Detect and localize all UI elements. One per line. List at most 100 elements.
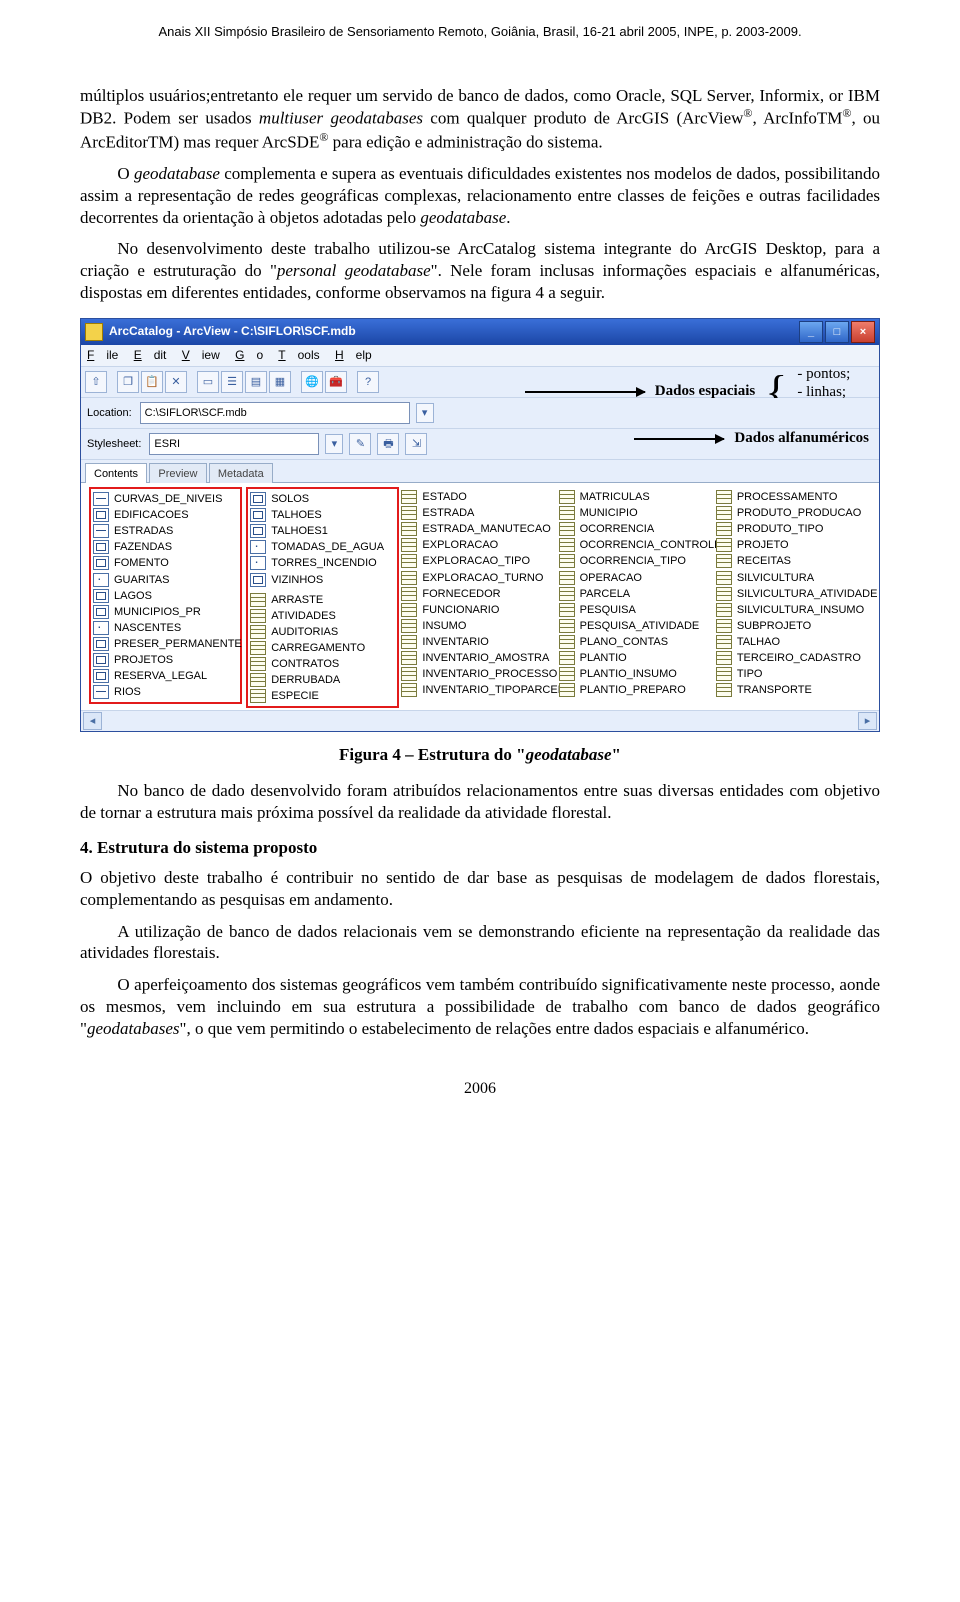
table-item[interactable]: FUNCIONARIO bbox=[401, 602, 558, 618]
feature-class[interactable]: TORRES_INCENDIO bbox=[250, 555, 395, 571]
feature-class[interactable]: SOLOS bbox=[250, 491, 395, 507]
stylesheet-edit-icon[interactable]: ✎ bbox=[349, 433, 371, 455]
launch-arcmap-icon[interactable]: 🌐 bbox=[301, 371, 323, 393]
stylesheet-input[interactable] bbox=[149, 433, 319, 455]
table-item[interactable]: TIPO bbox=[716, 666, 873, 682]
table-item[interactable]: TALHAO bbox=[716, 634, 873, 650]
table-item[interactable]: SILVICULTURA bbox=[716, 570, 873, 586]
table-item[interactable]: PRODUTO_PRODUCAO bbox=[716, 505, 873, 521]
table-item[interactable]: SUBPROJETO bbox=[716, 618, 873, 634]
menu-tools[interactable]: Tools bbox=[278, 348, 319, 362]
feature-class[interactable]: TALHOES bbox=[250, 507, 395, 523]
table-item[interactable]: SILVICULTURA_ATIVIDADE bbox=[716, 586, 873, 602]
table-item[interactable]: PARCELA bbox=[559, 586, 716, 602]
table-item[interactable]: ATIVIDADES bbox=[250, 608, 395, 624]
table-item[interactable]: OCORRENCIA_TIPO bbox=[559, 553, 716, 569]
table-item[interactable]: AUDITORIAS bbox=[250, 624, 395, 640]
stylesheet-dropdown-icon[interactable]: ▾ bbox=[325, 434, 343, 454]
feature-class[interactable]: CURVAS_DE_NIVEIS bbox=[93, 491, 238, 507]
table-item[interactable]: ESTRADA bbox=[401, 505, 558, 521]
maximize-button[interactable]: □ bbox=[825, 321, 849, 343]
table-item[interactable]: OCORRENCIA bbox=[559, 521, 716, 537]
large-icons-icon[interactable]: ▭ bbox=[197, 371, 219, 393]
table-item[interactable]: INVENTARIO_PROCESSO bbox=[401, 666, 558, 682]
close-button[interactable]: × bbox=[851, 321, 875, 343]
table-item[interactable]: PLANO_CONTAS bbox=[559, 634, 716, 650]
table-item[interactable]: CARREGAMENTO bbox=[250, 640, 395, 656]
table-item[interactable]: ARRASTE bbox=[250, 592, 395, 608]
table-item[interactable]: PROCESSAMENTO bbox=[716, 489, 873, 505]
feature-class[interactable]: RESERVA_LEGAL bbox=[93, 668, 238, 684]
table-item[interactable]: INVENTARIO_AMOSTRA bbox=[401, 650, 558, 666]
stylesheet-export-icon[interactable]: ⇲ bbox=[405, 433, 427, 455]
table-item[interactable]: SILVICULTURA_INSUMO bbox=[716, 602, 873, 618]
table-item[interactable]: MUNICIPIO bbox=[559, 505, 716, 521]
table-item[interactable]: TERCEIRO_CADASTRO bbox=[716, 650, 873, 666]
up-folder-icon[interactable]: ⇧ bbox=[85, 371, 107, 393]
table-item[interactable]: PESQUISA_ATIVIDADE bbox=[559, 618, 716, 634]
window-titlebar[interactable]: ArcCatalog - ArcView - C:\SIFLOR\SCF.mdb… bbox=[81, 319, 879, 345]
table-item[interactable]: PRODUTO_TIPO bbox=[716, 521, 873, 537]
table-item[interactable]: ESTRADA_MANUTECAO bbox=[401, 521, 558, 537]
feature-class[interactable]: PRESER_PERMANENTE bbox=[93, 636, 238, 652]
tab-contents[interactable]: Contents bbox=[85, 463, 147, 483]
menu-file[interactable]: FFileile bbox=[87, 348, 118, 362]
table-item[interactable]: INVENTARIO bbox=[401, 634, 558, 650]
menu-edit[interactable]: Edit bbox=[134, 348, 167, 362]
horizontal-scrollbar[interactable]: ◂ ▸ bbox=[81, 710, 879, 731]
table-item[interactable]: PLANTIO_INSUMO bbox=[559, 666, 716, 682]
feature-class[interactable]: RIOS bbox=[93, 684, 238, 700]
table-item[interactable]: RECEITAS bbox=[716, 553, 873, 569]
menu-go[interactable]: Go bbox=[235, 348, 263, 362]
scroll-right-icon[interactable]: ▸ bbox=[858, 712, 877, 730]
help-icon[interactable]: ? bbox=[357, 371, 379, 393]
table-item[interactable]: PESQUISA bbox=[559, 602, 716, 618]
table-item[interactable]: FORNECEDOR bbox=[401, 586, 558, 602]
table-item[interactable]: OCORRENCIA_CONTROLE bbox=[559, 537, 716, 553]
table-item[interactable]: TRANSPORTE bbox=[716, 682, 873, 698]
minimize-button[interactable]: _ bbox=[799, 321, 823, 343]
feature-class[interactable]: FOMENTO bbox=[93, 555, 238, 571]
table-item[interactable]: DERRUBADA bbox=[250, 672, 395, 688]
tab-preview[interactable]: Preview bbox=[149, 463, 206, 483]
copy-icon[interactable]: ❐ bbox=[117, 371, 139, 393]
paste-icon[interactable]: 📋 bbox=[141, 371, 163, 393]
table-item[interactable]: PROJETO bbox=[716, 537, 873, 553]
table-item[interactable]: OPERACAO bbox=[559, 570, 716, 586]
feature-class[interactable]: EDIFICACOES bbox=[93, 507, 238, 523]
feature-class[interactable]: LAGOS bbox=[93, 588, 238, 604]
tab-metadata[interactable]: Metadata bbox=[209, 463, 273, 483]
menu-view[interactable]: View bbox=[182, 348, 220, 362]
table-item[interactable]: PLANTIO bbox=[559, 650, 716, 666]
toolbox-icon[interactable]: 🧰 bbox=[325, 371, 347, 393]
delete-icon[interactable]: ✕ bbox=[165, 371, 187, 393]
table-item[interactable]: ESPECIE bbox=[250, 688, 395, 704]
feature-class[interactable]: PROJETOS bbox=[93, 652, 238, 668]
table-item[interactable]: INSUMO bbox=[401, 618, 558, 634]
table-item[interactable]: PLANTIO_PREPARO bbox=[559, 682, 716, 698]
feature-class[interactable]: TALHOES1 bbox=[250, 523, 395, 539]
table-item[interactable]: INVENTARIO_TIPOPARCELA bbox=[401, 682, 558, 698]
feature-class[interactable]: ESTRADAS bbox=[93, 523, 238, 539]
list-icon[interactable]: ☰ bbox=[221, 371, 243, 393]
menu-help[interactable]: Help bbox=[335, 348, 372, 362]
details-icon[interactable]: ▤ bbox=[245, 371, 267, 393]
stylesheet-print-icon[interactable]: 🖶 bbox=[377, 433, 399, 455]
thumbnails-icon[interactable]: ▦ bbox=[269, 371, 291, 393]
feature-class[interactable]: MUNICIPIOS_PR bbox=[93, 604, 238, 620]
table-item[interactable]: EXPLORACAO_TIPO bbox=[401, 553, 558, 569]
table-item-label: TALHAO bbox=[737, 635, 780, 649]
table-item[interactable]: EXPLORACAO bbox=[401, 537, 558, 553]
feature-class[interactable]: FAZENDAS bbox=[93, 539, 238, 555]
table-item[interactable]: MATRICULAS bbox=[559, 489, 716, 505]
table-item[interactable]: EXPLORACAO_TURNO bbox=[401, 570, 558, 586]
location-dropdown-icon[interactable]: ▾ bbox=[416, 403, 434, 423]
feature-class[interactable]: VIZINHOS bbox=[250, 572, 395, 588]
scroll-left-icon[interactable]: ◂ bbox=[83, 712, 102, 730]
feature-class[interactable]: NASCENTES bbox=[93, 620, 238, 636]
location-input[interactable] bbox=[140, 402, 410, 424]
table-item[interactable]: CONTRATOS bbox=[250, 656, 395, 672]
feature-class[interactable]: GUARITAS bbox=[93, 572, 238, 588]
table-item[interactable]: ESTADO bbox=[401, 489, 558, 505]
feature-class[interactable]: TOMADAS_DE_AGUA bbox=[250, 539, 395, 555]
